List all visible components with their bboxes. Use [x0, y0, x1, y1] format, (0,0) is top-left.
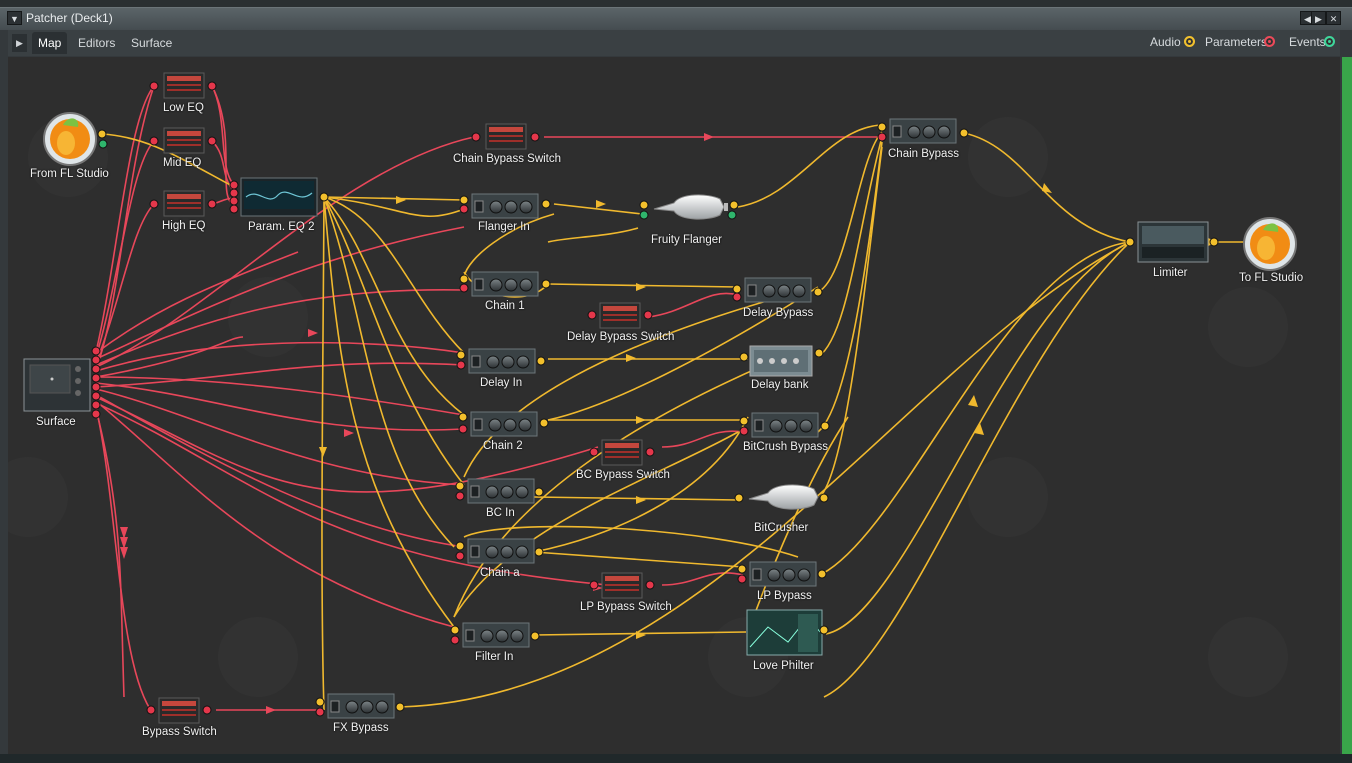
- module-bc-in[interactable]: BC In: [486, 507, 515, 519]
- module-bitcrusher[interactable]: BitCrusher: [754, 522, 808, 534]
- module-chain-1[interactable]: Chain 1: [485, 300, 525, 312]
- patch-map-canvas[interactable]: From FL Studio Low EQ Mid EQ High EQ Par…: [8, 57, 1340, 754]
- events-toggle[interactable]: [1324, 36, 1335, 47]
- module-bypass-switch[interactable]: Bypass Switch: [142, 726, 217, 738]
- module-chain-bypass-switch[interactable]: Chain Bypass Switch: [453, 153, 561, 165]
- module-delay-bypass-switch[interactable]: Delay Bypass Switch: [567, 331, 674, 343]
- parameters-toggle[interactable]: [1264, 36, 1275, 47]
- window-title: Patcher (Deck1): [26, 11, 113, 25]
- filter-events-label[interactable]: Events: [1289, 35, 1326, 49]
- module-delay-bank[interactable]: Delay bank: [751, 379, 809, 391]
- module-fx-bypass[interactable]: FX Bypass: [333, 722, 389, 734]
- module-lp-bypass-switch[interactable]: LP Bypass Switch: [580, 601, 672, 613]
- tab-surface[interactable]: Surface: [125, 32, 178, 54]
- right-side-panel: [1342, 57, 1352, 763]
- module-mid-eq[interactable]: Mid EQ: [163, 157, 201, 169]
- module-from-fl-studio[interactable]: From FL Studio: [30, 168, 109, 180]
- bottom-strip: [0, 754, 1352, 763]
- module-surface[interactable]: Surface: [36, 416, 76, 428]
- module-filter-in[interactable]: Filter In: [475, 651, 513, 663]
- module-delay-bypass[interactable]: Delay Bypass: [743, 307, 813, 319]
- module-bc-bypass-switch[interactable]: BC Bypass Switch: [576, 469, 670, 481]
- tab-editors[interactable]: Editors: [72, 32, 121, 54]
- audio-toggle[interactable]: [1184, 36, 1195, 47]
- next-arrow-icon[interactable]: ▶: [1311, 11, 1326, 25]
- module-to-fl-studio[interactable]: To FL Studio: [1239, 272, 1303, 284]
- module-flanger-in[interactable]: Flanger In: [478, 221, 530, 233]
- module-low-eq[interactable]: Low EQ: [163, 102, 204, 114]
- param-arrowheads: [120, 133, 714, 714]
- top-strip: [0, 0, 1352, 7]
- close-icon[interactable]: ✕: [1326, 11, 1341, 25]
- module-high-eq[interactable]: High EQ: [162, 220, 205, 232]
- module-love-philter[interactable]: Love Philter: [753, 660, 814, 672]
- wires-layer: [23, 72, 1297, 724]
- module-bitcrush-bypass[interactable]: BitCrush Bypass: [743, 441, 828, 453]
- tab-bar: ▶ Map Editors Surface Audio Parameters E…: [8, 30, 1340, 56]
- expand-arrow-icon[interactable]: ▶: [12, 34, 27, 52]
- module-limiter[interactable]: Limiter: [1153, 267, 1188, 279]
- filter-audio-label[interactable]: Audio: [1150, 35, 1181, 49]
- module-delay-in[interactable]: Delay In: [480, 377, 522, 389]
- tab-map[interactable]: Map: [32, 32, 68, 54]
- title-bar[interactable]: ▼ Patcher (Deck1) ◀ ▶ ✕: [0, 7, 1352, 30]
- patcher-window: ▼ Patcher (Deck1) ◀ ▶ ✕ ▶ Map Editors Su…: [0, 0, 1352, 763]
- module-lp-bypass[interactable]: LP Bypass: [757, 590, 812, 602]
- module-chain-bypass[interactable]: Chain Bypass: [888, 148, 959, 160]
- module-param-eq-2[interactable]: Param. EQ 2: [248, 221, 314, 233]
- module-fruity-flanger[interactable]: Fruity Flanger: [651, 234, 722, 246]
- module-graphics: [23, 72, 1297, 724]
- module-chain-2[interactable]: Chain 2: [483, 440, 523, 452]
- filter-parameters-label[interactable]: Parameters: [1205, 35, 1267, 49]
- module-chain-a[interactable]: Chain a: [480, 567, 520, 579]
- window-menu-icon[interactable]: ▼: [7, 11, 22, 25]
